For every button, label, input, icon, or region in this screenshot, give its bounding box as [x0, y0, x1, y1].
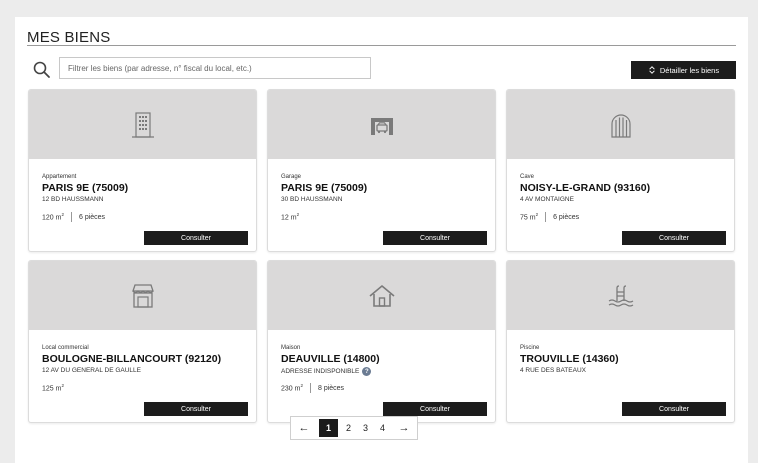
property-address-text: 4 RUE DES BATEAUX [520, 367, 586, 374]
property-area: 75 m2 [520, 212, 539, 222]
garage-icon [370, 117, 393, 135]
property-card-5: Maison DEAUVILLE (14800) ADRESSE INDISPO… [267, 260, 496, 423]
shop-icon [131, 283, 154, 308]
pagination-page-3[interactable]: 3 [357, 417, 374, 439]
pagination-page-2[interactable]: 2 [340, 417, 357, 439]
cellar-door-icon [610, 113, 631, 138]
property-card-image [268, 90, 495, 159]
detail-button-label: Détailler les biens [659, 65, 720, 75]
property-type: Maison [281, 345, 301, 351]
property-card-image [507, 261, 734, 330]
title-divider [27, 45, 736, 46]
property-rooms: 8 pièces [317, 384, 345, 392]
search-icon[interactable] [32, 60, 52, 80]
property-card-3: Cave NOISY-LE-GRAND (93160) 4 AV MONTAIG… [506, 89, 735, 252]
property-address-text: 12 AV DU GENERAL DE GAULLE [42, 367, 141, 374]
property-specs: 12 m2 [281, 212, 299, 221]
property-type: Local commercial [42, 345, 89, 351]
property-address: 12 BD HAUSSMANN [42, 196, 103, 203]
detail-properties-button[interactable]: Détailler les biens [631, 61, 736, 79]
property-address: 4 RUE DES BATEAUX [520, 367, 586, 374]
property-card-image [268, 261, 495, 330]
property-city: TROUVILLE (14360) [520, 353, 619, 365]
property-specs: 75 m2 6 pièces [520, 212, 579, 222]
property-card-image [29, 261, 256, 330]
specs-separator [309, 383, 311, 393]
property-card-2: Garage PARIS 9E (75009) 30 BD HAUSSMANN … [267, 89, 496, 252]
property-city: NOISY-LE-GRAND (93160) [520, 182, 651, 194]
pagination: ← 1 2 3 4 → [290, 416, 418, 440]
house-icon [368, 284, 395, 307]
consult-button[interactable]: Consulter [383, 231, 487, 245]
property-card-image [507, 90, 734, 159]
property-address-text: 30 BD HAUSSMANN [281, 196, 343, 203]
consult-button[interactable]: Consulter [622, 231, 726, 245]
property-city: DEAUVILLE (14800) [281, 353, 380, 365]
property-card-4: Local commercial BOULOGNE-BILLANCOURT (9… [28, 260, 257, 423]
property-type: Appartement [42, 174, 77, 180]
building-icon [131, 111, 154, 138]
help-icon[interactable]: ? [362, 367, 372, 376]
property-city: PARIS 9E (75009) [281, 182, 368, 194]
property-area: 230 m2 [281, 383, 303, 393]
property-type: Cave [520, 174, 535, 180]
page-title: MES BIENS [27, 29, 111, 46]
specs-separator [545, 212, 547, 222]
consult-button[interactable]: Consulter [144, 231, 248, 245]
property-address: 12 AV DU GENERAL DE GAULLE [42, 367, 141, 374]
specs-separator [70, 212, 72, 222]
property-area: 120 m2 [42, 212, 64, 222]
consult-button[interactable]: Consulter [622, 402, 726, 416]
property-area: 12 m2 [281, 212, 300, 222]
property-city: BOULOGNE-BILLANCOURT (92120) [42, 353, 222, 365]
property-card-6: Piscine TROUVILLE (14360) 4 RUE DES BATE… [506, 260, 735, 423]
property-specs: 230 m2 8 pièces [281, 383, 344, 393]
property-address-text: ADRESSE INDISPONIBLE [281, 368, 360, 375]
pagination-page-4[interactable]: 4 [374, 417, 391, 439]
property-city: PARIS 9E (75009) [42, 182, 129, 194]
property-rooms: 6 pièces [553, 213, 580, 221]
consult-button[interactable]: Consulter [383, 402, 487, 416]
property-area: 125 m2 [42, 383, 64, 393]
property-type: Garage [281, 174, 302, 180]
property-card-image [29, 90, 256, 159]
property-address-text: 4 AV MONTAIGNE [520, 196, 574, 203]
property-specs: 125 m2 [42, 383, 64, 392]
property-address: 30 BD HAUSSMANN [281, 196, 342, 203]
pagination-prev-button[interactable]: ← [291, 417, 317, 439]
pool-icon [608, 284, 633, 307]
property-address: 4 AV MONTAIGNE [520, 196, 574, 203]
property-type: Piscine [520, 345, 540, 351]
property-rooms: 6 pièces [78, 213, 106, 221]
chevron-expand-icon [649, 66, 655, 74]
property-card-1: Appartement PARIS 9E (75009) 12 BD HAUSS… [28, 89, 257, 252]
pagination-page-1[interactable]: 1 [319, 419, 338, 437]
property-specs: 120 m2 6 pièces [42, 212, 105, 222]
pagination-next-button[interactable]: → [391, 417, 417, 439]
search-input[interactable] [59, 57, 371, 79]
property-address: ADRESSE INDISPONIBLE ? [281, 367, 372, 376]
consult-button[interactable]: Consulter [144, 402, 248, 416]
property-address-text: 12 BD HAUSSMANN [42, 196, 104, 203]
